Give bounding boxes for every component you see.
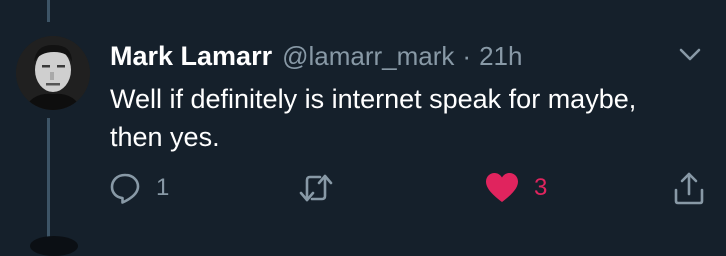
reply-icon [108, 171, 142, 205]
avatar[interactable] [16, 36, 90, 110]
timestamp[interactable]: 21h [479, 41, 522, 72]
thread-line-top [47, 0, 50, 22]
share-icon [672, 170, 706, 206]
action-bar: 1 3 [0, 168, 726, 208]
retweet-icon [298, 171, 334, 205]
retweet-button[interactable] [298, 168, 348, 208]
user-handle[interactable]: @lamarr_mark [282, 41, 454, 72]
next-tweet-avatar[interactable] [30, 236, 78, 256]
reply-count: 1 [156, 174, 170, 201]
chevron-down-icon[interactable] [674, 38, 706, 70]
display-name[interactable]: Mark Lamarr [110, 41, 272, 72]
separator-dot: · [462, 40, 472, 71]
like-count: 3 [534, 174, 548, 201]
heart-icon [484, 171, 520, 205]
share-button[interactable] [672, 168, 706, 208]
reply-button[interactable]: 1 [108, 168, 169, 208]
tweet-text: Well if definitely is internet speak for… [110, 84, 637, 152]
like-button[interactable]: 3 [484, 168, 547, 208]
tweet-header: Mark Lamarr @lamarr_mark · 21h [110, 38, 522, 74]
